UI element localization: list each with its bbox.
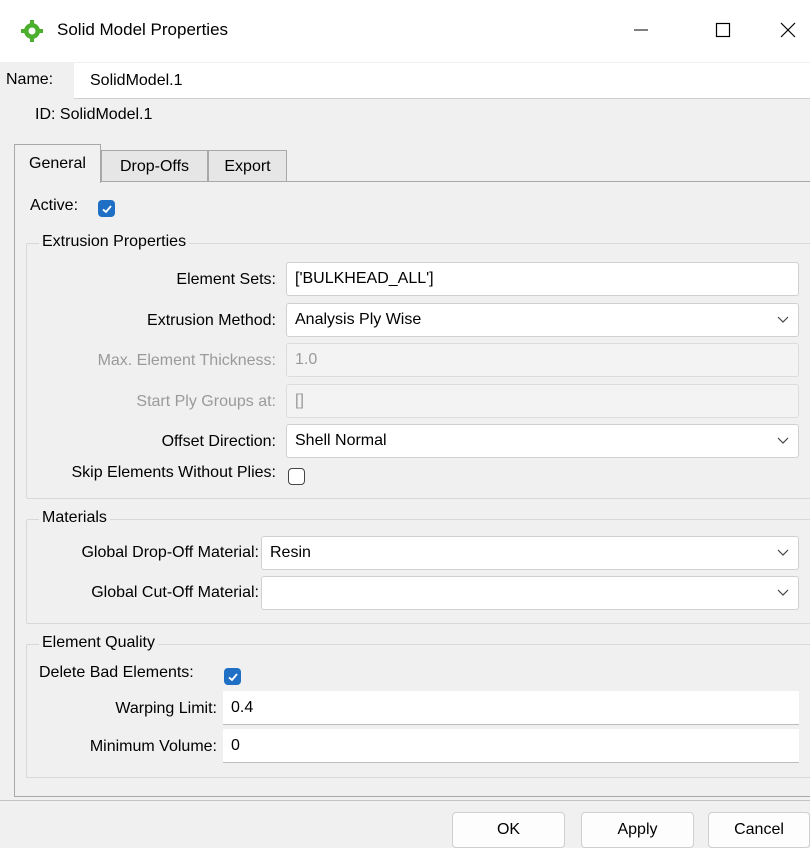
minimize-icon xyxy=(634,29,648,31)
close-button[interactable] xyxy=(768,10,808,50)
gear-icon xyxy=(21,20,43,42)
active-label: Active: xyxy=(30,197,79,214)
start-ply-groups-field: [] xyxy=(286,384,799,418)
element-sets-field[interactable]: ['BULKHEAD_ALL'] xyxy=(286,262,799,296)
extrusion-properties-title: Extrusion Properties xyxy=(39,233,190,251)
extrusion-method-label: Extrusion Method: xyxy=(147,312,276,329)
maximize-button[interactable] xyxy=(703,10,743,50)
skip-elements-label: Skip Elements Without Plies: xyxy=(71,464,276,481)
warping-limit-field[interactable]: 0.4 xyxy=(223,691,799,725)
drop-off-material-select[interactable]: Resin xyxy=(261,536,799,570)
footer-separator xyxy=(0,800,810,801)
delete-bad-elements-checkbox[interactable] xyxy=(224,668,241,685)
tab-drop-offs[interactable]: Drop-Offs xyxy=(101,150,208,183)
element-sets-label: Element Sets: xyxy=(176,271,276,288)
chevron-down-icon xyxy=(768,549,798,557)
general-panel: Active: Extrusion Properties Element Set… xyxy=(14,181,810,797)
active-checkbox[interactable] xyxy=(98,200,115,217)
start-ply-groups-label: Start Ply Groups at: xyxy=(136,393,276,410)
extrusion-method-select[interactable]: Analysis Ply Wise xyxy=(286,303,799,337)
minimize-button[interactable] xyxy=(621,10,661,50)
cut-off-material-select[interactable] xyxy=(261,576,799,610)
offset-direction-select[interactable]: Shell Normal xyxy=(286,424,799,458)
minimum-volume-field[interactable]: 0 xyxy=(223,729,799,763)
materials-title: Materials xyxy=(39,509,110,527)
maximize-icon xyxy=(715,22,731,38)
tab-general[interactable]: General xyxy=(14,144,101,183)
cut-off-material-label: Global Cut-Off Material: xyxy=(91,584,259,601)
delete-bad-elements-label: Delete Bad Elements: xyxy=(39,664,194,681)
window-title: Solid Model Properties xyxy=(57,20,229,39)
apply-button[interactable]: Apply xyxy=(581,812,694,848)
minimum-volume-label: Minimum Volume: xyxy=(89,738,217,755)
cancel-button[interactable]: Cancel xyxy=(708,812,810,848)
checkmark-icon xyxy=(227,672,238,681)
chevron-down-icon xyxy=(768,316,798,324)
ok-button[interactable]: OK xyxy=(452,812,565,848)
max-element-thickness-label: Max. Element Thickness: xyxy=(97,352,276,369)
tab-export[interactable]: Export xyxy=(208,150,287,183)
name-input[interactable] xyxy=(74,63,810,99)
title-bar: Solid Model Properties xyxy=(0,0,810,62)
max-element-thickness-field: 1.0 xyxy=(286,343,799,377)
warping-limit-label: Warping Limit: xyxy=(115,700,217,717)
chevron-down-icon xyxy=(768,437,798,445)
chevron-down-icon xyxy=(768,589,798,597)
skip-elements-checkbox[interactable] xyxy=(288,468,305,485)
checkmark-icon xyxy=(101,204,112,213)
offset-direction-label: Offset Direction: xyxy=(161,433,276,450)
name-row: Name: xyxy=(0,62,810,100)
element-quality-title: Element Quality xyxy=(39,634,158,652)
drop-off-material-label: Global Drop-Off Material: xyxy=(81,544,259,561)
name-label: Name: xyxy=(6,71,54,88)
close-icon xyxy=(780,22,796,38)
id-label: ID: SolidModel.1 xyxy=(35,106,153,123)
